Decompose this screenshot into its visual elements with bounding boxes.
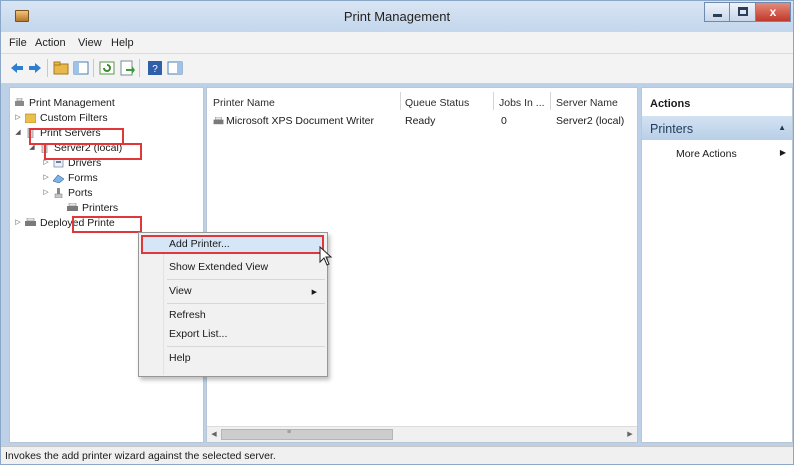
column-header-queue-status[interactable]: Queue Status	[405, 97, 469, 109]
menu-item-view[interactable]: View	[169, 285, 192, 297]
status-bar: Invokes the add printer wizard against t…	[1, 446, 793, 464]
collapse-arrow-icon[interactable]: ◢	[14, 126, 22, 140]
close-icon: x	[769, 5, 777, 19]
scroll-right-icon[interactable]: ▶	[625, 430, 635, 440]
window-title: Print Management	[343, 9, 451, 24]
scrollbar-grip-icon: ≡	[287, 429, 292, 436]
back-arrow-icon[interactable]	[9, 60, 25, 76]
export-list-icon[interactable]	[119, 60, 135, 76]
more-actions-link[interactable]: More Actions	[676, 148, 737, 160]
scrollbar-thumb[interactable]	[221, 429, 393, 440]
help-icon[interactable]: ?	[147, 60, 163, 76]
show-hide-action-pane-icon[interactable]	[167, 60, 183, 76]
tree-label: Printers	[82, 202, 119, 214]
close-button[interactable]: x	[756, 2, 791, 22]
printer-icon	[67, 203, 78, 211]
toolbar-separator	[93, 59, 94, 77]
toolbar: ?	[1, 54, 793, 84]
printer-icon	[25, 218, 36, 226]
menu-separator	[167, 346, 325, 347]
tree-label: Ports	[68, 187, 93, 199]
column-header-printer-name[interactable]: Printer Name	[213, 97, 275, 109]
expand-arrow-icon[interactable]: ▷	[14, 111, 22, 125]
menu-separator	[167, 279, 325, 280]
highlight-server2	[44, 143, 142, 160]
actions-header: Actions	[642, 88, 792, 112]
menu-separator	[167, 303, 325, 304]
menu-item-add-printer[interactable]: Add Printer...	[169, 238, 230, 250]
highlight-printers	[72, 216, 142, 233]
refresh-icon[interactable]	[99, 60, 115, 76]
menu-item-show-extended-view[interactable]: Show Extended View	[169, 261, 268, 273]
cell-server-name: Server2 (local)	[556, 115, 625, 127]
printer-icon	[213, 117, 224, 125]
tree-label: Custom Filters	[40, 112, 108, 124]
forward-arrow-icon[interactable]	[27, 60, 43, 76]
tree-label: Print Management	[29, 97, 115, 109]
toolbar-separator	[47, 59, 48, 77]
scroll-left-icon[interactable]: ◀	[209, 430, 219, 440]
menu-item-refresh[interactable]: Refresh	[169, 309, 206, 321]
menu-bar: File Action View Help	[1, 32, 793, 54]
menu-action[interactable]: Action	[35, 37, 66, 49]
actions-section-label: Printers	[650, 122, 694, 136]
expand-arrow-icon[interactable]: ▷	[42, 171, 50, 185]
context-menu: Add Printer... Show Extended View View ▶…	[138, 232, 328, 377]
mouse-cursor-icon	[319, 246, 333, 266]
maximize-button[interactable]	[730, 2, 756, 22]
toolbar-separator	[139, 59, 140, 77]
column-separator[interactable]	[550, 92, 551, 110]
submenu-arrow-icon[interactable]: ▶	[780, 148, 786, 157]
cell-printer-name: Microsoft XPS Document Writer	[226, 115, 375, 127]
expand-arrow-icon[interactable]: ▷	[14, 216, 22, 230]
menu-view[interactable]: View	[78, 37, 102, 49]
cell-queue-status: Ready	[405, 115, 436, 127]
tree-label: Forms	[68, 172, 98, 184]
minimize-button[interactable]	[704, 2, 730, 22]
actions-section-printers[interactable]: Printers ▲	[642, 116, 792, 140]
actions-pane: Actions Printers ▲ More Actions ▶	[641, 87, 793, 443]
menu-file[interactable]: File	[9, 37, 27, 49]
menu-item-help[interactable]: Help	[169, 352, 191, 364]
column-header-server-name[interactable]: Server Name	[556, 97, 618, 109]
expand-arrow-icon[interactable]: ▷	[42, 186, 50, 200]
horizontal-scrollbar[interactable]: ◀ ≡ ▶	[207, 426, 637, 442]
minimize-icon	[713, 14, 722, 17]
column-header-jobs-in-queue[interactable]: Jobs In ...	[499, 97, 545, 109]
menu-gutter	[163, 235, 164, 375]
cell-jobs: 0	[501, 115, 507, 127]
svg-text:?: ?	[152, 64, 158, 75]
filter-folder-icon	[25, 113, 36, 123]
column-separator[interactable]	[493, 92, 494, 110]
menu-item-export-list[interactable]: Export List...	[169, 328, 227, 340]
printer-icon	[15, 98, 24, 106]
maximize-icon	[738, 7, 748, 16]
column-separator[interactable]	[400, 92, 401, 110]
menu-help[interactable]: Help	[111, 37, 134, 49]
print-management-window: Print Management x File Action View Help…	[0, 0, 794, 465]
collapse-section-icon[interactable]: ▲	[778, 123, 786, 132]
show-hide-tree-icon[interactable]	[73, 60, 89, 76]
title-bar[interactable]: Print Management x	[1, 1, 793, 32]
ports-icon	[54, 188, 63, 198]
submenu-arrow-icon: ▶	[311, 289, 317, 296]
up-folder-icon[interactable]	[53, 60, 69, 76]
forms-icon	[53, 174, 64, 183]
